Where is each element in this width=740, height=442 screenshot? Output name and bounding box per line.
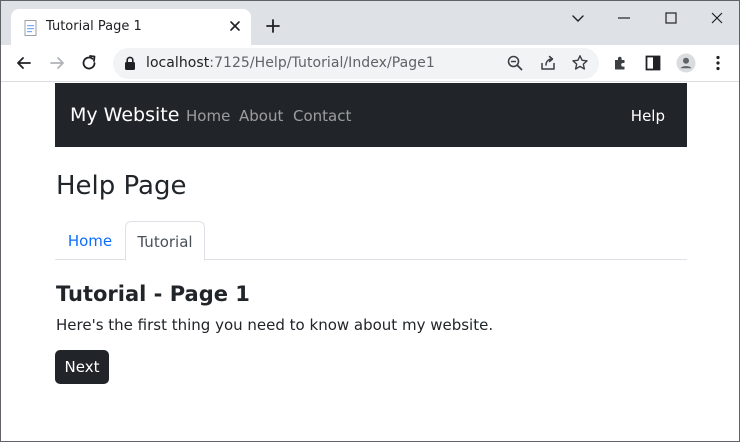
- next-button[interactable]: Next: [55, 350, 109, 384]
- tab-title: Tutorial Page 1: [46, 19, 142, 34]
- site-navbar: My Website Home About Contact Help: [55, 83, 687, 147]
- lock-icon[interactable]: [124, 56, 136, 70]
- close-tab-icon[interactable]: [227, 18, 243, 34]
- browser-window: Tutorial Page 1 localhost:7125/Help/Tuto…: [0, 0, 740, 442]
- section-text: Here's the first thing you need to know …: [56, 316, 494, 334]
- address-bar[interactable]: localhost:7125/Help/Tutorial/Index/Page1: [113, 48, 599, 79]
- profile-avatar-icon[interactable]: [676, 53, 696, 73]
- tab-search-chevron-icon[interactable]: [570, 10, 586, 26]
- help-tabs: Home Tutorial: [55, 221, 687, 261]
- maximize-icon[interactable]: [663, 10, 679, 26]
- close-window-icon[interactable]: [709, 10, 725, 26]
- web-page: My Website Home About Contact Help Help …: [1, 83, 739, 441]
- bookmark-star-icon[interactable]: [571, 54, 589, 72]
- tab-home[interactable]: Home: [55, 221, 125, 260]
- zoom-icon[interactable]: [506, 54, 524, 72]
- url-text[interactable]: localhost:7125/Help/Tutorial/Index/Page1: [146, 55, 435, 71]
- share-icon[interactable]: [539, 54, 557, 72]
- nav-link-home[interactable]: Home: [186, 107, 230, 125]
- forward-arrow-icon[interactable]: [47, 53, 67, 73]
- title-bar: Tutorial Page 1: [1, 1, 739, 45]
- tab-tutorial[interactable]: Tutorial: [125, 221, 205, 261]
- brand-link[interactable]: My Website: [70, 104, 179, 126]
- browser-toolbar: localhost:7125/Help/Tutorial/Index/Page1: [1, 45, 739, 82]
- nav-link-help[interactable]: Help: [631, 107, 665, 125]
- extensions-puzzle-icon[interactable]: [611, 53, 631, 73]
- browser-tab[interactable]: Tutorial Page 1: [11, 9, 251, 45]
- back-arrow-icon[interactable]: [14, 53, 34, 73]
- minimize-icon[interactable]: [616, 10, 632, 26]
- side-panel-icon[interactable]: [643, 53, 663, 73]
- page-title: Help Page: [56, 171, 187, 201]
- new-tab-icon[interactable]: [265, 18, 281, 34]
- nav-link-contact[interactable]: Contact: [293, 107, 351, 125]
- more-menu-icon[interactable]: [708, 53, 728, 73]
- reload-icon[interactable]: [79, 53, 99, 73]
- url-path: :7125/Help/Tutorial/Index/Page1: [209, 55, 435, 71]
- url-host: localhost: [146, 55, 210, 71]
- section-title: Tutorial - Page 1: [56, 282, 250, 306]
- document-icon: [24, 20, 37, 36]
- nav-link-about[interactable]: About: [239, 107, 283, 125]
